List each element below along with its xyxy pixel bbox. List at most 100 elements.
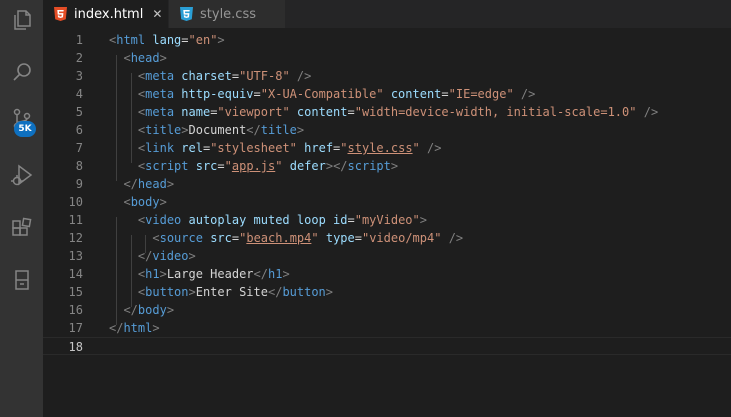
code-token: href	[304, 141, 334, 155]
code-token: beach.mp4	[246, 231, 312, 245]
code-text: <body>	[109, 193, 166, 211]
code-line[interactable]: 18	[43, 337, 731, 355]
code-line[interactable]: 10 <body>	[43, 193, 731, 211]
code-line[interactable]: 12 <source src="beach.mp4" type="video/m…	[43, 229, 731, 247]
code-token: autoplay	[188, 213, 247, 227]
code-editor[interactable]: 1 <html lang="en"> 2 <head> 3 <meta charset…	[43, 28, 731, 417]
close-icon[interactable]: ✕	[152, 7, 162, 21]
code-token: script	[347, 159, 391, 173]
code-text: <link rel="stylesheet" href="style.css" …	[109, 139, 442, 157]
code-line[interactable]: 4 <meta http-equiv="X-UA-Compatible" con…	[43, 85, 731, 103]
code-text: <meta http-equiv="X-UA-Compatible" conte…	[109, 85, 535, 103]
line-number: 8	[75, 159, 83, 173]
code-token: "width=device-width, initial-scale=1.0"	[354, 105, 637, 119]
code-text: <title>Document</title>	[109, 121, 304, 139]
activity-bar: 5K	[0, 0, 43, 417]
code-token: name	[181, 105, 211, 119]
line-number: 5	[75, 105, 83, 119]
line-number: 14	[68, 267, 83, 281]
line-number: 9	[75, 177, 83, 191]
code-token: button	[282, 285, 326, 299]
code-token: meta	[145, 69, 175, 83]
code-token: src	[210, 231, 232, 245]
tab-bar: index.html ✕ style.css	[43, 0, 731, 28]
code-token: />	[520, 87, 536, 101]
code-token: =	[253, 87, 261, 101]
code-token: charset	[181, 69, 232, 83]
explorer-icon[interactable]	[0, 2, 43, 38]
code-token: h1	[267, 267, 283, 281]
code-line[interactable]: 14 <h1>Large Header</h1>	[43, 265, 731, 283]
line-number: 12	[68, 231, 83, 245]
search-icon[interactable]	[0, 54, 43, 90]
code-token: Enter Site	[195, 285, 268, 299]
code-token: "en"	[188, 33, 218, 47]
line-number: 2	[75, 51, 83, 65]
code-token: >	[166, 177, 175, 191]
code-token: Document	[188, 123, 247, 137]
code-token: "	[224, 159, 232, 173]
code-token: >	[419, 213, 427, 227]
code-line[interactable]: 7 <link rel="stylesheet" href="style.css…	[43, 139, 731, 157]
line-number: 17	[68, 321, 83, 335]
code-token: link	[145, 141, 175, 155]
code-line[interactable]: 1 <html lang="en">	[43, 31, 731, 49]
code-token: video	[152, 249, 189, 263]
code-line[interactable]: 8 <script src="app.js" defer></script>	[43, 157, 731, 175]
code-text: <video autoplay muted loop id="myVideo">	[109, 211, 427, 229]
code-line[interactable]: 2 <head>	[43, 49, 731, 67]
code-token: title	[260, 123, 297, 137]
code-line[interactable]: 17 </html>	[43, 319, 731, 337]
code-token: "myVideo"	[354, 213, 420, 227]
code-line[interactable]: 16 </body>	[43, 301, 731, 319]
code-text: <head>	[109, 49, 166, 67]
code-token: body	[137, 303, 167, 317]
code-token: />	[427, 141, 442, 155]
code-text: </head>	[109, 175, 174, 193]
tab-index-html[interactable]: index.html ✕	[43, 0, 168, 28]
code-text: <source src="beach.mp4" type="video/mp4"…	[109, 229, 463, 247]
run-debug-icon[interactable]	[0, 157, 43, 193]
line-number: 10	[68, 195, 83, 209]
code-line[interactable]: 6 <title>Document</title>	[43, 121, 731, 139]
code-token: "X-UA-Compatible"	[260, 87, 384, 101]
code-token: script	[145, 159, 189, 173]
code-token: content	[296, 105, 348, 119]
code-token: defer	[289, 159, 326, 173]
code-line[interactable]: 11 <video autoplay muted loop id="myVide…	[43, 211, 731, 229]
code-token: lang	[152, 33, 182, 47]
code-text: <meta name="viewport" content="width=dev…	[109, 103, 658, 121]
code-token: </	[123, 303, 138, 317]
code-token: h1	[145, 267, 160, 281]
code-line[interactable]: 13 </video>	[43, 247, 731, 265]
code-text: <script src="app.js" defer></script>	[109, 157, 398, 175]
code-token: >	[390, 159, 399, 173]
code-token: button	[145, 285, 189, 299]
code-line[interactable]: 3 <meta charset="UTF-8" />	[43, 67, 731, 85]
code-token: loop	[296, 213, 326, 227]
code-token: =	[217, 159, 225, 173]
remote-explorer-icon[interactable]	[0, 262, 43, 298]
line-number: 13	[68, 249, 83, 263]
line-number: 7	[75, 141, 83, 155]
code-token: "video/mp4"	[361, 231, 442, 245]
code-token: content	[390, 87, 442, 101]
code-token: video	[145, 213, 182, 227]
tab-style-css[interactable]: style.css	[169, 0, 285, 28]
source-control-badge: 5K	[14, 121, 36, 137]
code-line[interactable]: 15 <button>Enter Site</button>	[43, 283, 731, 301]
code-line[interactable]: 5 <meta name="viewport" content="width=d…	[43, 103, 731, 121]
extensions-icon[interactable]	[0, 211, 43, 247]
code-line[interactable]: 9 </head>	[43, 175, 731, 193]
line-number: 18	[68, 340, 83, 354]
code-token: type	[325, 231, 355, 245]
